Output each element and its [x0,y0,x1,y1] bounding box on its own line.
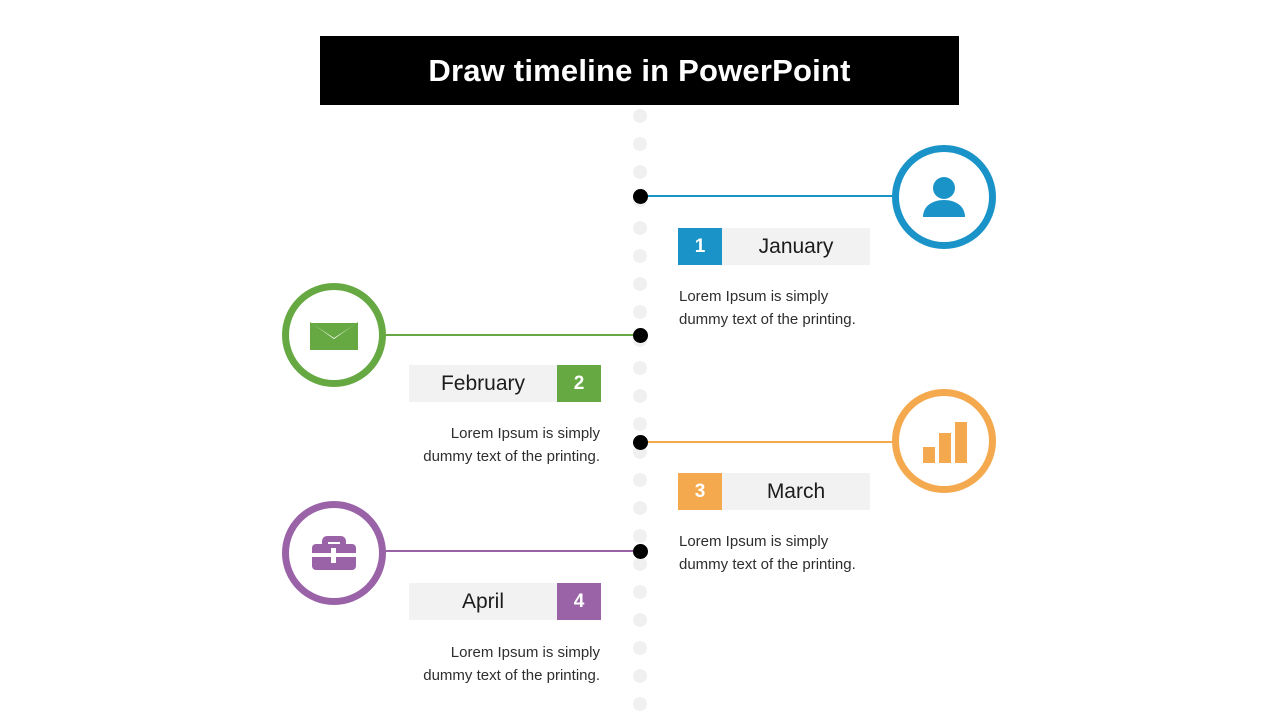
milestone-number-1: 1 [678,228,722,265]
milestone-label-1[interactable]: 1 January [678,228,870,265]
connector-line-1 [646,195,896,197]
envelope-icon[interactable] [282,283,386,387]
connector-line-3 [646,441,896,443]
milestone-month-4: April [461,590,504,613]
milestone-number-4: 4 [557,583,601,620]
spine-dot [633,305,647,319]
spine-dot [633,389,647,403]
timeline-node-2[interactable] [633,328,648,343]
spine-dot [633,585,647,599]
person-icon[interactable] [892,145,996,249]
spine-dot [633,361,647,375]
page-title-banner: Draw timeline in PowerPoint [320,36,959,105]
spine-dot [633,669,647,683]
timeline-node-4[interactable] [633,544,648,559]
milestone-description-4: Lorem Ipsum is simply dummy text of the … [423,644,600,684]
spine-dot [633,277,647,291]
connector-line-4 [384,550,640,552]
spine-dot [633,641,647,655]
spine-dot [633,473,647,487]
timeline-node-1[interactable] [633,189,648,204]
milestone-description-2: Lorem Ipsum is simply dummy text of the … [423,425,600,465]
timeline-node-3[interactable] [633,435,648,450]
spine-dot [633,501,647,515]
milestone-label-3[interactable]: 3 March [678,473,870,510]
spine-dot [633,137,647,151]
spine-dot [633,557,647,571]
page-title: Draw timeline in PowerPoint [428,53,851,88]
briefcase-icon[interactable] [282,501,386,605]
milestone-description-1: Lorem Ipsum is simply dummy text of the … [679,288,856,328]
milestone-description-3: Lorem Ipsum is simply dummy text of the … [679,533,856,573]
connector-line-2 [384,334,640,336]
spine-dot [633,221,647,235]
milestone-number-2: 2 [557,365,601,402]
spine-dot [633,613,647,627]
spine-dot [633,417,647,431]
spine-dot [633,165,647,179]
milestone-number-3: 3 [678,473,722,510]
milestone-month-1: January [758,235,834,258]
spine-dot [633,529,647,543]
milestone-label-2[interactable]: 2 February [409,365,601,402]
spine-dot [633,109,647,123]
spine-dot [633,249,647,263]
bar-chart-icon[interactable] [892,389,996,493]
milestone-month-3: March [766,480,826,503]
spine-dot [633,697,647,711]
milestone-month-2: February [440,372,526,395]
milestone-label-4[interactable]: 4 April [409,583,601,620]
